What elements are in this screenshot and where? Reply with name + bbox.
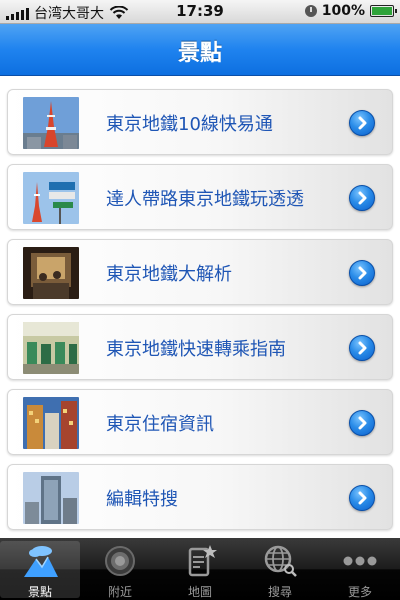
tab-label: 搜尋 xyxy=(267,585,292,599)
tab-search[interactable]: 搜尋 xyxy=(240,541,320,599)
skyscraper-thumbnail xyxy=(23,472,79,524)
page-title: 景點 xyxy=(177,41,222,66)
tab-label: 附近 xyxy=(107,585,132,599)
navigation-bar: 景點 xyxy=(0,24,400,76)
chevron-right-icon[interactable] xyxy=(349,110,375,136)
list-item-label: 東京地鐵大解析 xyxy=(106,264,232,285)
alarm-clock-icon xyxy=(304,5,317,17)
chevron-right-icon[interactable] xyxy=(349,185,375,211)
tab-label: 更多 xyxy=(347,585,372,599)
tab-map[interactable]: 地圖 xyxy=(160,541,240,599)
hotel-thumbnail xyxy=(23,397,79,449)
attraction-list: 東京地鐵10線快易通 達人帶路東京地鐵玩透透 東京地鐵大解析 東京地鐵快速轉乘指… xyxy=(0,76,400,538)
tab-attractions[interactable]: 景點 xyxy=(0,541,80,599)
tab-bar: 景點 附近 地圖 搜尋 更多 xyxy=(0,538,400,600)
list-item-subway-analysis[interactable]: 東京地鐵大解析 xyxy=(7,239,393,305)
battery-percent: 100% xyxy=(321,3,365,19)
list-item-accommodation[interactable]: 東京住宿資訊 xyxy=(7,389,393,455)
battery-icon xyxy=(370,5,397,17)
list-item-expert-guide[interactable]: 達人帶路東京地鐵玩透透 xyxy=(7,164,393,230)
tab-label: 景點 xyxy=(27,585,52,599)
list-item-label: 達人帶路東京地鐵玩透透 xyxy=(106,189,304,210)
chevron-right-icon[interactable] xyxy=(349,410,375,436)
tab-label: 地圖 xyxy=(187,585,212,599)
tab-nearby[interactable]: 附近 xyxy=(80,541,160,599)
chevron-right-icon[interactable] xyxy=(349,260,375,286)
subway-interior-thumbnail xyxy=(23,247,79,299)
radar-circle-icon xyxy=(105,546,135,576)
list-item-subway-10-lines[interactable]: 東京地鐵10線快易通 xyxy=(7,89,393,155)
tokyo-tower-thumbnail xyxy=(23,97,79,149)
tower-signs-thumbnail xyxy=(23,172,79,224)
tab-more[interactable]: 更多 xyxy=(320,541,400,599)
list-item-label: 東京住宿資訊 xyxy=(106,414,214,435)
more-dots-icon xyxy=(343,556,377,566)
status-bar: 台湾大哥大 17:39 100% xyxy=(0,0,400,24)
list-item-transfer-guide[interactable]: 東京地鐵快速轉乘指南 xyxy=(7,314,393,380)
station-gates-thumbnail xyxy=(23,322,79,374)
list-item-label: 編輯特搜 xyxy=(106,489,178,510)
globe-search-icon xyxy=(264,545,297,577)
chevron-right-icon[interactable] xyxy=(349,335,375,361)
list-item-label: 東京地鐵10線快易通 xyxy=(106,114,273,135)
map-star-icon xyxy=(188,545,217,577)
landscape-cloud-icon xyxy=(24,546,58,577)
list-item-label: 東京地鐵快速轉乘指南 xyxy=(106,339,286,360)
list-item-editor-picks[interactable]: 編輯特搜 xyxy=(7,464,393,530)
chevron-right-icon[interactable] xyxy=(349,485,375,511)
